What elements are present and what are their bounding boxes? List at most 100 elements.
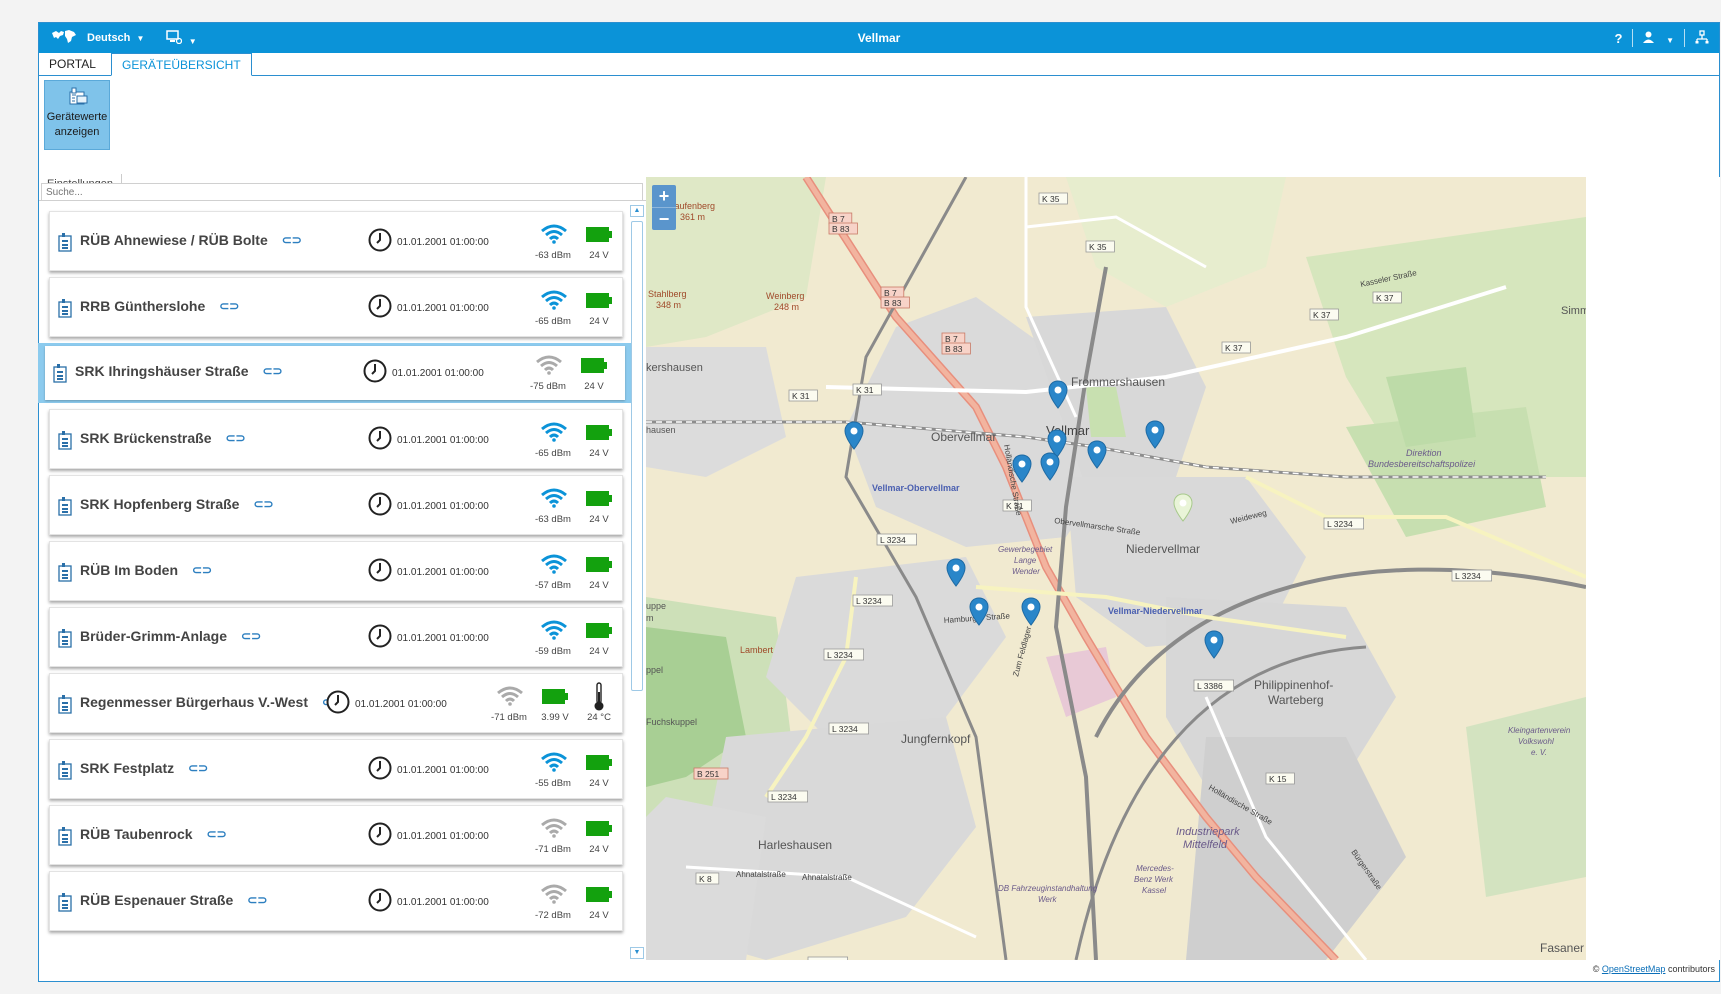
road-badge: L 3234 bbox=[828, 722, 869, 735]
road-badge-text: B 7 bbox=[945, 334, 958, 344]
list-scrollbar[interactable]: ▲ ▼ bbox=[630, 205, 644, 959]
road-badge: L 3234 bbox=[1451, 569, 1492, 582]
wifi-signal-icon bbox=[541, 422, 567, 442]
battery-icon bbox=[586, 821, 612, 836]
language-select[interactable]: Deutsch ▼ bbox=[87, 32, 144, 44]
map-label-jungfernkopf: Jungfernkopf bbox=[901, 732, 971, 746]
link-icon[interactable]: ⊂⊃ bbox=[207, 827, 227, 841]
link-icon[interactable]: ⊂⊃ bbox=[282, 233, 302, 247]
road-badge-text: B 7 bbox=[832, 214, 845, 224]
network-button[interactable] bbox=[1695, 29, 1709, 47]
device-card[interactable]: SRK Festplatz ⊂⊃ 01.01.2001 01:00:00 -55 dB… bbox=[49, 739, 623, 799]
battery-icon bbox=[586, 755, 612, 770]
signal-strength: -55 dBm bbox=[535, 778, 571, 789]
chevron-down-icon: ▼ bbox=[136, 34, 145, 43]
device-card[interactable]: RÜB Ahnewiese / RÜB Bolte ⊂⊃ 01.01.2001 01… bbox=[49, 211, 623, 271]
map-label-lambert: Lambert bbox=[740, 645, 774, 655]
world-map-icon[interactable] bbox=[51, 29, 77, 48]
link-icon[interactable]: ⊂⊃ bbox=[241, 629, 261, 643]
road-badge-text: B 7 bbox=[884, 288, 897, 298]
clock-icon bbox=[368, 756, 392, 780]
road-badge: L 3234 bbox=[767, 790, 808, 803]
wifi-signal-icon bbox=[541, 488, 567, 508]
map-canvas[interactable]: Vellmar Obervellmar Frommershausen Niede… bbox=[646, 177, 1586, 960]
search-input[interactable] bbox=[41, 183, 643, 201]
battery-voltage: 24 V bbox=[589, 778, 609, 789]
device-icon bbox=[58, 299, 72, 318]
device-name-text: RÜB Ahnewiese / RÜB Bolte bbox=[80, 232, 268, 248]
road-badge-text: K 31 bbox=[792, 391, 810, 401]
road-badge: B 251 bbox=[693, 767, 729, 780]
chevron-down-icon: ▼ bbox=[188, 36, 197, 46]
signal-strength: -59 dBm bbox=[535, 646, 571, 657]
device-name: SRK Ihringshäuser Straße ⊂⊃ bbox=[75, 363, 283, 379]
help-button[interactable]: ? bbox=[1615, 31, 1623, 46]
device-name: SRK Festplatz ⊂⊃ bbox=[80, 760, 208, 776]
zoom-in-button[interactable]: + bbox=[652, 185, 676, 207]
device-card[interactable]: SRK Brückenstraße ⊂⊃ 01.01.2001 01:00:00 -6… bbox=[49, 409, 623, 469]
road-badge: K 31 bbox=[852, 383, 882, 396]
device-name-text: SRK Brückenstraße bbox=[80, 430, 212, 446]
device-name: Regenmesser Bürgerhaus V.-West⊂⊃ bbox=[80, 694, 342, 710]
link-icon[interactable]: ⊂⊃ bbox=[188, 761, 208, 775]
tab-device-overview[interactable]: GERÄTEÜBERSICHT bbox=[111, 53, 252, 76]
map-label-m: m bbox=[646, 613, 654, 623]
device-card[interactable]: SRK Hopfenberg Straße ⊂⊃ 01.01.2001 01:00:… bbox=[49, 475, 623, 535]
scroll-up-icon[interactable]: ▲ bbox=[630, 205, 644, 217]
road-badge-text: L 3234 bbox=[856, 596, 882, 606]
device-card[interactable]: RRB Güntherslohe ⊂⊃ 01.01.2001 01:00:00 -65… bbox=[49, 277, 623, 337]
wifi-signal-icon bbox=[541, 224, 567, 244]
device-icon bbox=[58, 695, 72, 714]
road-badge-text: L 3234 bbox=[771, 792, 797, 802]
scroll-thumb[interactable] bbox=[631, 221, 643, 691]
map-label-philippinenhof: Philippinenhof- bbox=[1254, 678, 1333, 692]
link-icon[interactable]: ⊂⊃ bbox=[263, 364, 283, 378]
device-card[interactable]: RÜB Im Boden ⊂⊃ 01.01.2001 01:00:00 -57 dBm… bbox=[49, 541, 623, 601]
road-badge: B 7 bbox=[941, 332, 966, 345]
map-label-kleingarten: Kleingartenverein bbox=[1508, 726, 1571, 735]
user-menu-button[interactable]: ▼ bbox=[1643, 31, 1674, 46]
clock-icon bbox=[368, 888, 392, 912]
language-label: Deutsch bbox=[87, 32, 131, 44]
device-card[interactable]: RÜB Espenauer Straße ⊂⊃ 01.01.2001 01:00:0… bbox=[49, 871, 623, 931]
scroll-down-icon[interactable]: ▼ bbox=[630, 947, 644, 959]
map-label-db: DB Fahrzeuginstandhaltung bbox=[998, 884, 1098, 893]
road-badge: B 83 bbox=[828, 222, 858, 235]
battery-icon bbox=[586, 293, 612, 308]
top-bar-right: ? ▼ bbox=[1615, 23, 1710, 53]
device-name-text: RRB Güntherslohe bbox=[80, 298, 206, 314]
map-label-obervellmar: Obervellmar bbox=[931, 430, 996, 444]
map-view[interactable]: Vellmar Obervellmar Frommershausen Niede… bbox=[646, 177, 1586, 960]
road-badge: L 3234 bbox=[852, 594, 893, 607]
device-card[interactable]: Brüder-Grimm-Anlage ⊂⊃ 01.01.2001 01:00:00… bbox=[49, 607, 623, 667]
map-label-lange: Lange bbox=[1014, 556, 1037, 565]
zoom-out-button[interactable]: − bbox=[652, 207, 676, 230]
device-icon bbox=[58, 497, 72, 516]
openstreetmap-link[interactable]: OpenStreetMap bbox=[1602, 964, 1666, 974]
signal-strength: -71 dBm bbox=[535, 844, 571, 855]
link-icon[interactable]: ⊂⊃ bbox=[192, 563, 212, 577]
device-card[interactable]: Regenmesser Bürgerhaus V.-West⊂⊃ 01.01.20… bbox=[49, 673, 623, 733]
attribution-suffix: contributors bbox=[1667, 964, 1715, 974]
device-card-inner: SRK Ihringshäuser Straße ⊂⊃ 01.01.2001 01:… bbox=[45, 346, 625, 400]
road-badge: B 83 bbox=[880, 296, 910, 309]
show-device-values-button[interactable]: Gerätewerte anzeigen bbox=[44, 80, 110, 150]
link-icon[interactable]: ⊂⊃ bbox=[219, 299, 239, 313]
temperature: 24 °C bbox=[587, 712, 611, 723]
link-icon[interactable]: ⊂⊃ bbox=[226, 431, 246, 445]
device-card[interactable]: SRK Ihringshäuser Straße ⊂⊃ 01.01.2001 01:… bbox=[38, 343, 632, 403]
link-icon[interactable]: ⊂⊃ bbox=[247, 893, 267, 907]
device-card[interactable]: RÜB Taubenrock ⊂⊃ 01.01.2001 01:00:00 -71 d… bbox=[49, 805, 623, 865]
tab-portal[interactable]: PORTAL bbox=[39, 53, 106, 75]
battery-icon bbox=[542, 689, 568, 704]
map-label-simm: Simm bbox=[1561, 305, 1586, 317]
map-label-direktion: Direktion bbox=[1406, 448, 1442, 458]
clock-icon bbox=[368, 294, 392, 318]
wifi-signal-icon bbox=[541, 554, 567, 574]
link-icon[interactable]: ⊂⊃ bbox=[253, 497, 273, 511]
display-settings-button[interactable]: ▼ bbox=[166, 29, 197, 47]
map-label-niedervellmar: Niedervellmar bbox=[1126, 542, 1200, 556]
battery-voltage: 24 V bbox=[589, 580, 609, 591]
device-name: SRK Brückenstraße ⊂⊃ bbox=[80, 430, 246, 446]
signal-strength: -63 dBm bbox=[535, 250, 571, 261]
